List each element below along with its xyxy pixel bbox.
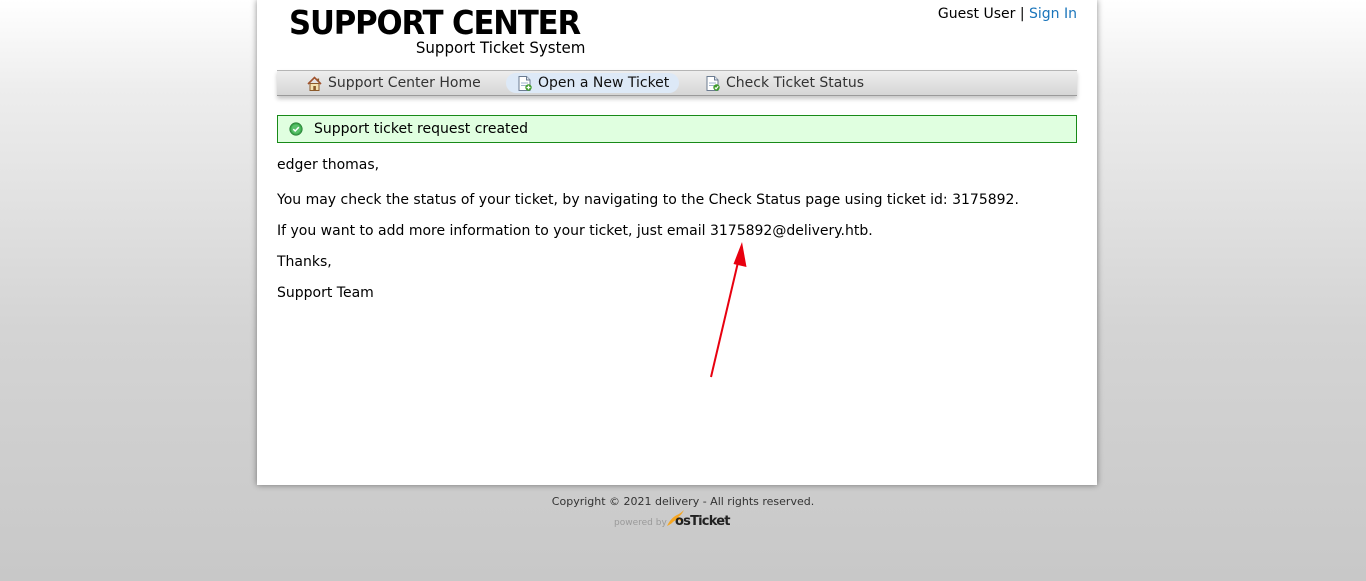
notice-text: Support ticket request created xyxy=(314,121,529,137)
user-separator: | xyxy=(1019,6,1025,22)
nav-home-label: Support Center Home xyxy=(328,75,481,91)
nav-home[interactable]: Support Center Home xyxy=(296,73,491,93)
guest-user-label: Guest User xyxy=(937,6,1016,22)
ticket-status-icon xyxy=(706,75,720,91)
site-logo[interactable]: SUPPORT CENTER Support Ticket System xyxy=(289,3,589,57)
footer: Copyright © 2021 delivery - All rights r… xyxy=(0,495,1366,508)
logo-subtitle: Support Ticket System xyxy=(415,38,585,57)
copyright-text: Copyright © 2021 delivery - All rights r… xyxy=(551,495,815,508)
powered-by-osticket-logo[interactable]: powered by osTicket xyxy=(612,509,730,529)
success-notice: Support ticket request created xyxy=(277,115,1077,143)
signature-text: Support Team xyxy=(277,285,374,301)
status-instructions: You may check the status of your ticket,… xyxy=(277,192,1019,208)
nav-check-status-label: Check Ticket Status xyxy=(726,75,864,91)
nav-open-ticket[interactable]: Open a New Ticket xyxy=(506,73,680,93)
main-nav: Support Center Home Open a New Ticket Ch… xyxy=(277,70,1077,96)
thanks-text: Thanks, xyxy=(277,254,332,270)
email-instructions: If you want to add more information to y… xyxy=(277,223,873,239)
logo-title: SUPPORT CENTER xyxy=(289,3,581,42)
sign-in-link[interactable]: Sign In xyxy=(1029,6,1077,22)
osticket-brand-text: osTicket xyxy=(675,514,730,529)
nav-open-ticket-label: Open a New Ticket xyxy=(538,75,670,91)
main-container: SUPPORT CENTER Support Ticket System Gue… xyxy=(257,0,1097,485)
powered-by-text: powered by xyxy=(614,518,667,528)
greeting-text: edger thomas, xyxy=(277,157,380,173)
new-ticket-icon xyxy=(518,75,532,91)
user-info: Guest User | Sign In xyxy=(938,6,1077,22)
check-circle-icon xyxy=(289,122,303,136)
home-icon xyxy=(307,75,322,91)
nav-check-status[interactable]: Check Ticket Status xyxy=(694,73,874,93)
